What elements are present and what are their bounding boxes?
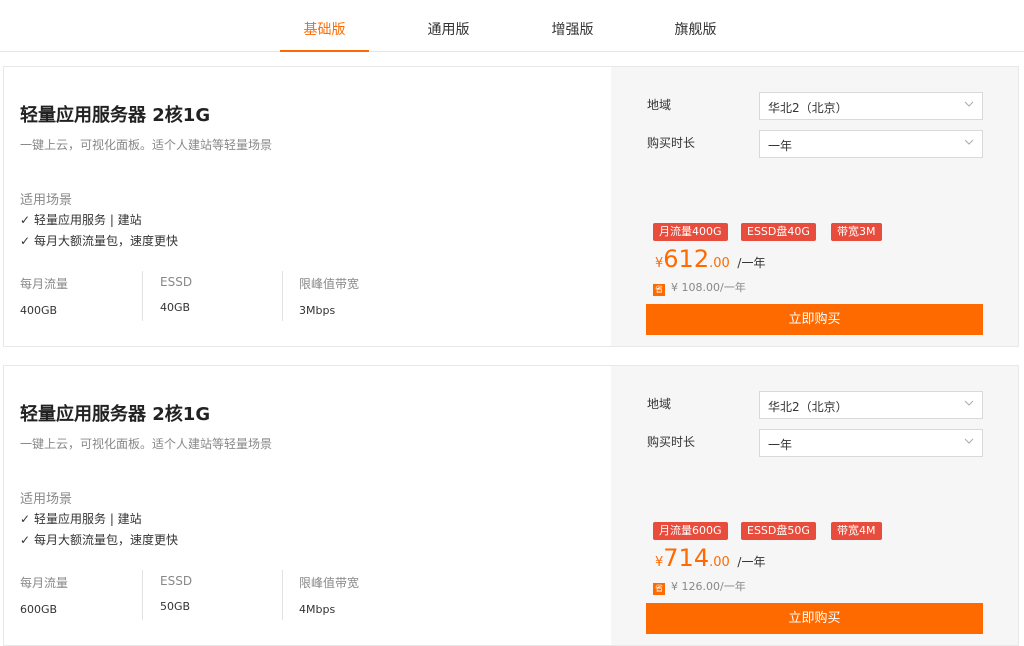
savings: 省 ¥ 108.00/一年 xyxy=(653,279,746,296)
feature-label: 每月大额流量包，速度更快 xyxy=(34,234,179,248)
region-value: 华北2（北京） xyxy=(768,101,848,115)
spec-traffic: 每月流量 600GB xyxy=(20,574,68,630)
card-info: 轻量应用服务器 2核1G 一键上云，可视化面板。适个人建站等轻量场景 适用场景 … xyxy=(4,366,611,645)
spec-essd: ESSD 40GB xyxy=(160,275,192,331)
duration-label: 购买时长 xyxy=(647,435,696,449)
price-unit: /一年 xyxy=(737,256,766,270)
duration-select[interactable]: 一年 xyxy=(759,429,983,457)
save-unit: /一年 xyxy=(719,281,746,294)
savings: 省 ¥ 126.00/一年 xyxy=(653,578,746,595)
spec-essd: ESSD 50GB xyxy=(160,574,192,630)
chevron-down-icon xyxy=(964,137,974,147)
feature-label: 轻量应用服务 | 建站 xyxy=(34,213,142,227)
card-purchase: 地域 华北2（北京） 购买时长 一年 月流量400G ESSD盘40G 带宽3M… xyxy=(611,67,1018,346)
product-card: 轻量应用服务器 2核1G 一键上云，可视化面板。适个人建站等轻量场景 适用场景 … xyxy=(3,365,1019,646)
save-unit: /一年 xyxy=(719,580,746,593)
spec-bandwidth: 限峰值带宽 3Mbps xyxy=(299,275,359,331)
price-decimal: .00 xyxy=(709,555,730,570)
card-info: 轻量应用服务器 2核1G 一键上云，可视化面板。适个人建站等轻量场景 适用场景 … xyxy=(4,67,611,346)
feature-item: ✓ 轻量应用服务 | 建站 xyxy=(20,510,142,527)
check-icon: ✓ xyxy=(20,533,31,547)
tab-basic[interactable]: 基础版 xyxy=(280,0,369,52)
product-subtitle: 一键上云，可视化面板。适个人建站等轻量场景 xyxy=(20,437,273,451)
spec-value: 3Mbps xyxy=(299,304,336,317)
feature-item: ✓ 每月大额流量包，速度更快 xyxy=(20,531,178,548)
spec-label: ESSD xyxy=(160,574,193,588)
check-icon: ✓ xyxy=(20,512,31,526)
spec-bandwidth: 限峰值带宽 4Mbps xyxy=(299,574,359,630)
region-label: 地域 xyxy=(647,98,672,112)
spec-value: 400GB xyxy=(20,304,58,317)
price: ¥714.00 /一年 xyxy=(655,544,765,572)
product-card: 轻量应用服务器 2核1G 一键上云，可视化面板。适个人建站等轻量场景 适用场景 … xyxy=(3,66,1019,347)
duration-value: 一年 xyxy=(768,139,793,153)
price-integer: 612 xyxy=(663,245,710,273)
tag-traffic: 月流量400G xyxy=(653,223,728,241)
spec-value: 4Mbps xyxy=(299,603,336,616)
region-select[interactable]: 华北2（北京） xyxy=(759,92,983,120)
price-integer: 714 xyxy=(663,544,710,572)
product-title: 轻量应用服务器 2核1G xyxy=(20,105,211,126)
spec-divider xyxy=(142,570,143,620)
price-decimal: .00 xyxy=(709,256,730,271)
save-badge: 省 xyxy=(653,583,665,595)
spec-label: 限峰值带宽 xyxy=(299,277,360,291)
scene-title: 适用场景 xyxy=(20,492,73,507)
check-icon: ✓ xyxy=(20,234,31,248)
buy-now-button[interactable]: 立即购买 xyxy=(646,603,983,634)
duration-label: 购买时长 xyxy=(647,136,696,150)
chevron-down-icon xyxy=(964,99,974,109)
chevron-down-icon xyxy=(964,436,974,446)
feature-label: 每月大额流量包，速度更快 xyxy=(34,533,179,547)
spec-label: 每月流量 xyxy=(20,576,69,590)
region-select[interactable]: 华北2（北京） xyxy=(759,391,983,419)
feature-item: ✓ 每月大额流量包，速度更快 xyxy=(20,232,178,249)
tag-bandwidth: 带宽3M xyxy=(831,223,882,241)
save-amount: ¥ 108.00 xyxy=(671,281,720,294)
tag-essd: ESSD盘40G xyxy=(741,223,816,241)
product-subtitle: 一键上云，可视化面板。适个人建站等轻量场景 xyxy=(20,138,273,152)
duration-value: 一年 xyxy=(768,438,793,452)
edition-tabs: 基础版 通用版 增强版 旗舰版 xyxy=(0,0,1024,52)
spec-value: 40GB xyxy=(160,301,191,314)
spec-divider xyxy=(142,271,143,321)
spec-label: 限峰值带宽 xyxy=(299,576,360,590)
spec-value: 600GB xyxy=(20,603,58,616)
feature-label: 轻量应用服务 | 建站 xyxy=(34,512,142,526)
duration-select[interactable]: 一年 xyxy=(759,130,983,158)
tag-essd: ESSD盘50G xyxy=(741,522,816,540)
tab-general[interactable]: 通用版 xyxy=(404,0,493,52)
product-title: 轻量应用服务器 2核1G xyxy=(20,404,211,425)
tab-flagship[interactable]: 旗舰版 xyxy=(651,0,740,52)
spec-divider xyxy=(282,570,283,620)
tag-bandwidth: 带宽4M xyxy=(831,522,882,540)
buy-now-button[interactable]: 立即购买 xyxy=(646,304,983,335)
spec-label: ESSD xyxy=(160,275,193,289)
region-value: 华北2（北京） xyxy=(768,400,848,414)
spec-traffic: 每月流量 400GB xyxy=(20,275,68,331)
feature-item: ✓ 轻量应用服务 | 建站 xyxy=(20,211,142,228)
card-purchase: 地域 华北2（北京） 购买时长 一年 月流量600G ESSD盘50G 带宽4M… xyxy=(611,366,1018,645)
region-label: 地域 xyxy=(647,397,672,411)
tab-enhanced[interactable]: 增强版 xyxy=(528,0,617,52)
spec-divider xyxy=(282,271,283,321)
chevron-down-icon xyxy=(964,398,974,408)
scene-title: 适用场景 xyxy=(20,193,73,208)
spec-label: 每月流量 xyxy=(20,277,69,291)
save-badge: 省 xyxy=(653,284,665,296)
tag-traffic: 月流量600G xyxy=(653,522,728,540)
save-amount: ¥ 126.00 xyxy=(671,580,720,593)
price: ¥612.00 /一年 xyxy=(655,245,765,273)
check-icon: ✓ xyxy=(20,213,31,227)
price-unit: /一年 xyxy=(737,555,766,569)
